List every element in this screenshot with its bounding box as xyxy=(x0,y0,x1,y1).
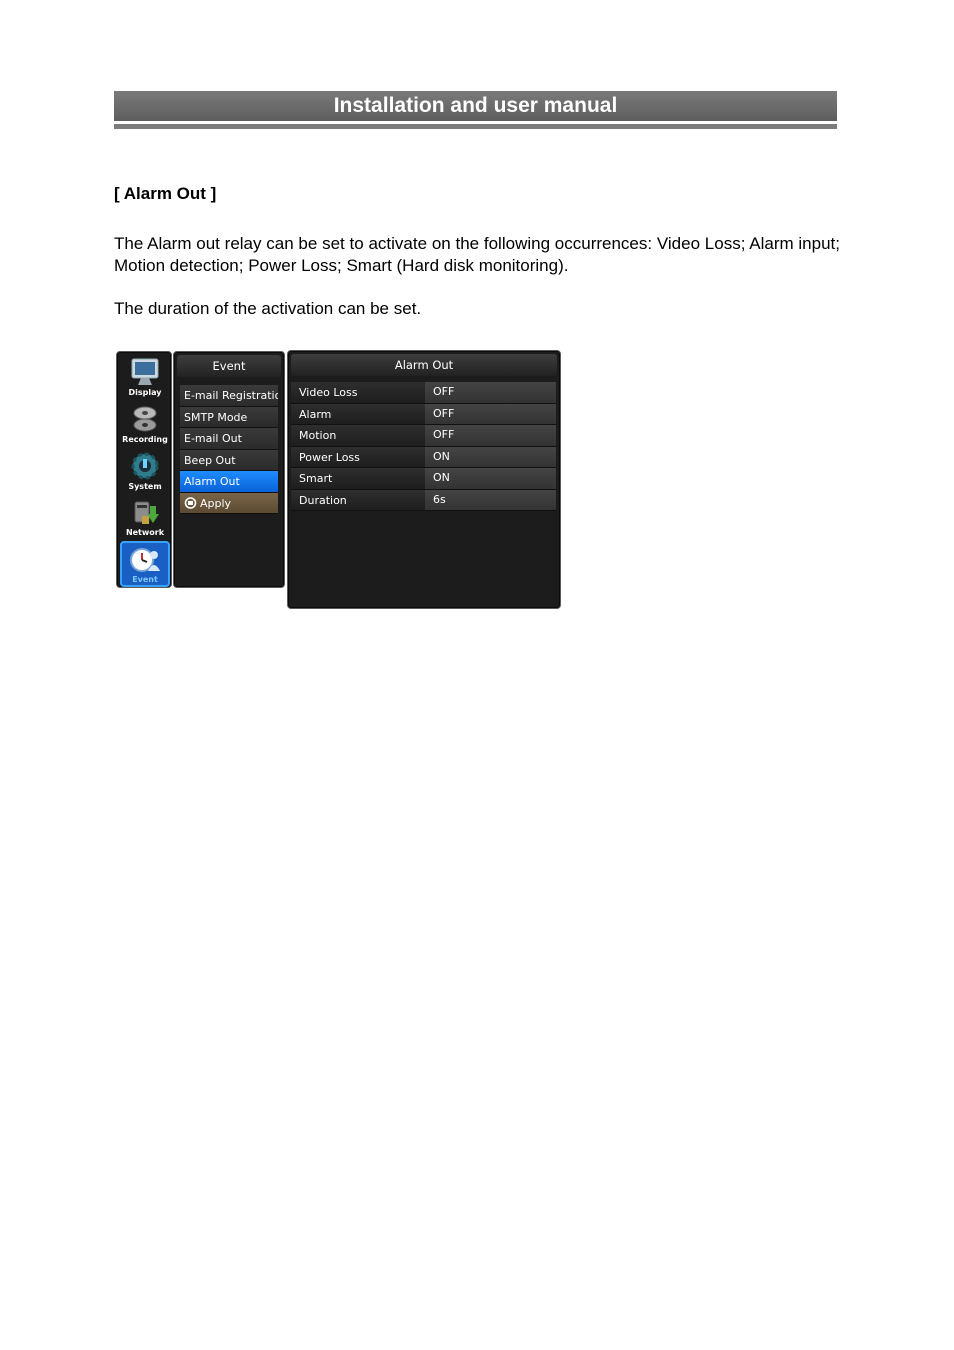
alarm-out-settings: Video Loss OFF Alarm OFF Motion OFF Powe… xyxy=(291,382,556,511)
description-paragraph: The Alarm out relay can be set to activa… xyxy=(114,234,840,275)
setting-value-motion[interactable]: OFF xyxy=(425,425,556,446)
category-sidebar: Display Recording System Network Event xyxy=(116,351,172,588)
menu-item-email-out[interactable]: E-mail Out xyxy=(180,428,278,450)
reels-icon xyxy=(133,406,157,432)
sidebar-item-system[interactable]: System xyxy=(120,448,170,494)
clock-person-icon xyxy=(130,548,160,572)
setting-label-alarm: Alarm xyxy=(291,403,425,424)
menu-item-email-registration[interactable]: E-mail Registration xyxy=(180,385,278,407)
setting-value-power-loss[interactable]: ON xyxy=(425,446,556,467)
setting-row: Motion OFF xyxy=(291,425,556,447)
setting-label-motion: Motion xyxy=(291,425,425,446)
dvr-osd-screenshot: Display Recording System Network Event E… xyxy=(115,350,562,610)
sidebar-item-network[interactable]: Network xyxy=(120,494,170,540)
setting-value-video-loss[interactable]: OFF xyxy=(425,382,556,403)
event-menu-list: E-mail Registration SMTP Mode E-mail Out… xyxy=(180,385,278,514)
setting-row: Alarm OFF xyxy=(291,403,556,425)
apply-icon xyxy=(184,496,197,509)
sidebar-label-recording: Recording xyxy=(122,435,168,444)
sidebar-item-display[interactable]: Display xyxy=(120,354,170,400)
sidebar-label-event: Event xyxy=(132,575,158,584)
network-icon xyxy=(134,501,159,524)
alarm-out-panel: Alarm Out Video Loss OFF Alarm OFF Motio… xyxy=(287,350,561,609)
monitor-icon xyxy=(131,358,159,385)
setting-value-smart[interactable]: ON xyxy=(425,468,556,489)
menu-item-smtp-mode[interactable]: SMTP Mode xyxy=(180,406,278,428)
event-menu-panel: Event E-mail Registration SMTP Mode E-ma… xyxy=(173,351,285,588)
sidebar-label-network: Network xyxy=(125,528,165,537)
header-divider xyxy=(114,124,837,129)
menu-item-beep-out[interactable]: Beep Out xyxy=(180,449,278,471)
gear-icon xyxy=(131,452,159,480)
page-header-title: Installation and user manual xyxy=(333,94,618,117)
section-title: [ Alarm Out ] xyxy=(114,184,217,203)
setting-row: Power Loss ON xyxy=(291,446,556,468)
alarm-out-title: Alarm Out xyxy=(291,354,557,376)
setting-row: Duration 6s xyxy=(291,489,556,511)
header-bar: Installation and user manual xyxy=(114,91,837,121)
menu-item-alarm-out[interactable]: Alarm Out xyxy=(180,471,278,493)
setting-value-duration[interactable]: 6s xyxy=(425,489,556,510)
setting-row: Smart ON xyxy=(291,468,556,490)
setting-label-video-loss: Video Loss xyxy=(291,382,425,403)
duration-paragraph: The duration of the activation can be se… xyxy=(114,299,422,318)
setting-label-duration: Duration xyxy=(291,489,425,510)
sidebar-item-event[interactable]: Event xyxy=(120,541,170,587)
apply-button[interactable]: Apply xyxy=(180,492,278,514)
setting-label-power-loss: Power Loss xyxy=(291,446,425,467)
setting-row: Video Loss OFF xyxy=(291,382,556,404)
event-menu-title: Event xyxy=(177,355,281,377)
sidebar-label-display: Display xyxy=(128,388,162,397)
sidebar-label-system: System xyxy=(128,482,162,491)
setting-label-smart: Smart xyxy=(291,468,425,489)
sidebar-item-recording[interactable]: Recording xyxy=(120,401,170,447)
apply-label: Apply xyxy=(200,496,232,510)
setting-value-alarm[interactable]: OFF xyxy=(425,403,556,424)
